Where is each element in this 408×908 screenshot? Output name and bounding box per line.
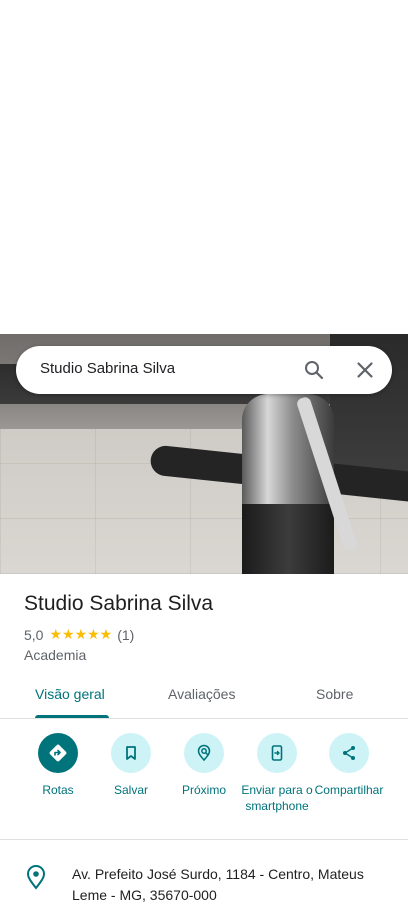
send-to-phone-icon xyxy=(257,733,297,773)
rating-row[interactable]: 5,0 ★★★★★ (1) xyxy=(24,626,134,643)
tab-bar: Visão geral Avaliações Sobre xyxy=(0,672,408,719)
action-buttons: Rotas Salvar Próximo Enviar para o smart… xyxy=(0,733,408,840)
share-icon xyxy=(329,733,369,773)
location-pin-icon xyxy=(26,865,46,890)
place-category: Academia xyxy=(24,647,87,663)
tab-about[interactable]: Sobre xyxy=(316,686,353,702)
close-icon[interactable] xyxy=(353,358,377,382)
nearby-label: Próximo xyxy=(181,783,226,797)
bookmark-icon xyxy=(111,733,151,773)
directions-button[interactable]: Rotas xyxy=(18,733,98,798)
place-title: Studio Sabrina Silva xyxy=(24,592,214,615)
directions-label: Rotas xyxy=(42,783,74,797)
star-rating: ★★★★★ xyxy=(49,626,113,642)
search-icon[interactable] xyxy=(302,358,326,382)
map-blank-area xyxy=(0,0,408,334)
nearby-icon xyxy=(184,733,224,773)
send-to-phone-label: Enviar para o smartphone xyxy=(241,783,313,813)
review-count: (1) xyxy=(117,626,135,643)
send-to-phone-button[interactable]: Enviar para o smartphone xyxy=(237,733,317,814)
directions-icon xyxy=(38,733,78,773)
search-input[interactable]: Studio Sabrina Silva xyxy=(40,360,175,377)
active-tab-indicator xyxy=(35,715,109,718)
tab-reviews[interactable]: Avaliações xyxy=(168,686,235,702)
tab-overview[interactable]: Visão geral xyxy=(35,686,105,702)
save-button[interactable]: Salvar xyxy=(91,733,171,798)
search-bar[interactable]: Studio Sabrina Silva xyxy=(16,346,392,394)
share-label: Compartilhar xyxy=(314,783,384,797)
address-text: Av. Prefeito José Surdo, 1184 - Centro, … xyxy=(72,866,364,903)
nearby-button[interactable]: Próximo xyxy=(164,733,244,798)
rating-value: 5,0 xyxy=(24,626,44,643)
save-label: Salvar xyxy=(113,783,148,797)
address-row[interactable]: Av. Prefeito José Surdo, 1184 - Centro, … xyxy=(0,850,408,908)
share-button[interactable]: Compartilhar xyxy=(309,733,389,798)
